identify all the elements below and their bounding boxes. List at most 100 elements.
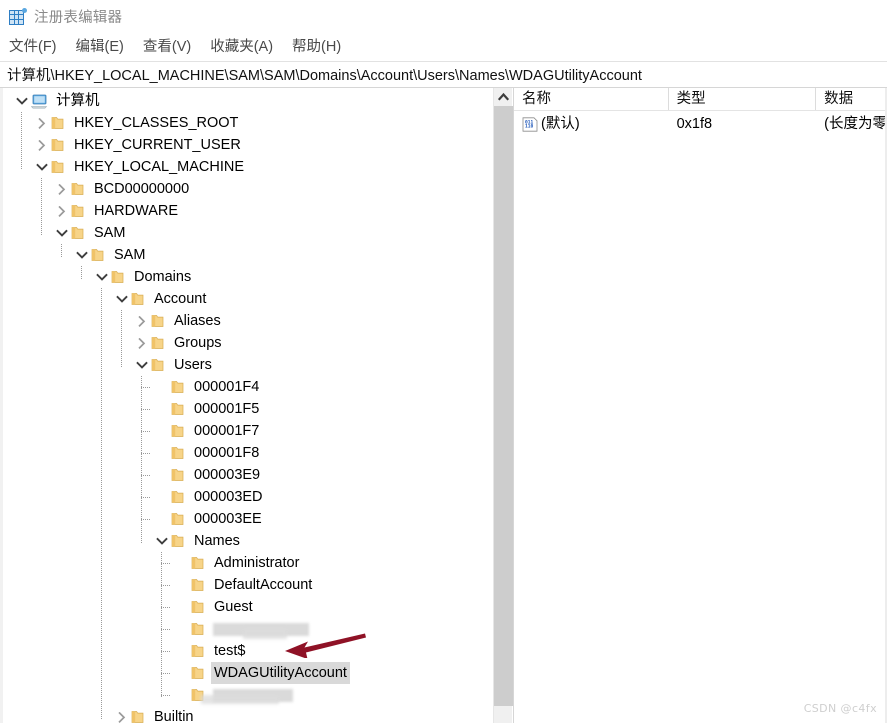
tree-node-label: HKEY_LOCAL_MACHINE: [74, 159, 245, 175]
menu-item-file[interactable]: 文件(F): [9, 33, 66, 58]
column-header-type[interactable]: 类型: [669, 88, 817, 110]
tree-node-domains[interactable]: Domains: [3, 266, 493, 288]
watermark: CSDN @c4fx: [803, 702, 877, 715]
tree-node-names[interactable]: Names: [3, 530, 493, 552]
folder-icon: [91, 248, 104, 262]
tree-node-label: BCD00000000: [94, 181, 190, 197]
tree-connector-line: [121, 310, 123, 367]
registry-tree-pane[interactable]: 计算机 HKEY_CLASSES_ROOT HKEY_CURRENT_USER HKE…: [0, 88, 493, 723]
tree-node-wdagutilityaccount[interactable]: WDAGUtilityAccount: [3, 662, 493, 684]
tree-collapse-toggle[interactable]: [93, 266, 111, 288]
address-bar[interactable]: 计算机\HKEY_LOCAL_MACHINE\SAM\SAM\Domains\A…: [0, 61, 887, 88]
tree-node-label: SAM: [114, 247, 146, 263]
tree-node-[interactable]: 计算机: [3, 90, 493, 112]
tree-node-redacted[interactable]: [3, 618, 493, 640]
value-list-row[interactable]: 011 110 (默认) 0x1f8 (长度为零: [514, 113, 887, 135]
folder-icon: [151, 314, 164, 328]
tree-connector-line: [161, 651, 170, 653]
tree-collapse-toggle[interactable]: [33, 156, 51, 178]
tree-connector-line: [141, 475, 150, 477]
tree-expand-toggle[interactable]: [33, 134, 51, 156]
tree-collapse-toggle[interactable]: [53, 222, 71, 244]
tree-expand-toggle[interactable]: [113, 706, 131, 723]
main-content: 计算机 HKEY_CLASSES_ROOT HKEY_CURRENT_USER HKE…: [0, 88, 887, 723]
tree-node-account[interactable]: Account: [3, 288, 493, 310]
column-header-name[interactable]: 名称: [514, 88, 669, 110]
folder-icon: [171, 424, 184, 438]
tree-node-aliases[interactable]: Aliases: [3, 310, 493, 332]
tree-node-label: HKEY_CLASSES_ROOT: [74, 115, 239, 131]
string-value-icon: 011110: [522, 116, 538, 132]
tree-node-000003ed[interactable]: 000003ED: [3, 486, 493, 508]
tree-node-000001f8[interactable]: 000001F8: [3, 442, 493, 464]
tree-node-000001f5[interactable]: 000001F5: [3, 398, 493, 420]
scroll-up-button[interactable]: [494, 88, 512, 106]
tree-expand-toggle[interactable]: [133, 332, 151, 354]
scroll-thumb[interactable]: [494, 106, 513, 706]
menu-item-favorites[interactable]: 收藏夹(A): [210, 33, 282, 58]
tree-vertical-scrollbar[interactable]: [493, 88, 513, 723]
value-list-pane[interactable]: 名称 类型 数据 011 110 (默认) 0x1f8 (长度为零: [513, 88, 887, 723]
tree-node-000003ee[interactable]: 000003EE: [3, 508, 493, 530]
folder-icon: [171, 468, 184, 482]
registry-tree: 计算机 HKEY_CLASSES_ROOT HKEY_CURRENT_USER HKE…: [3, 88, 493, 723]
tree-connector-line: [81, 266, 83, 279]
chevron-right-icon: [58, 206, 66, 217]
tree-node-builtin[interactable]: Builtin: [3, 706, 493, 723]
string-value-icon: 011110: [522, 116, 538, 132]
menu-item-help[interactable]: 帮助(H): [292, 33, 350, 58]
chevron-up-icon: [497, 92, 510, 101]
tree-node-groups[interactable]: Groups: [3, 332, 493, 354]
tree-node-sam[interactable]: SAM: [3, 244, 493, 266]
tree-twisty-spacer: [153, 508, 171, 530]
folder-icon: [191, 578, 204, 592]
menu-item-edit[interactable]: 编辑(E): [76, 33, 133, 58]
svg-text:110: 110: [525, 123, 534, 129]
tree-expand-toggle[interactable]: [33, 112, 51, 134]
menu-item-view[interactable]: 查看(V): [143, 33, 200, 58]
tree-connector-line: [161, 607, 170, 609]
chevron-down-icon: [156, 537, 168, 545]
chevron-right-icon: [38, 140, 46, 151]
tree-collapse-toggle[interactable]: [73, 244, 91, 266]
redacted-label-fragment: [243, 628, 287, 639]
tree-node-label: 000001F8: [194, 445, 260, 461]
tree-node-000003e9[interactable]: 000003E9: [3, 464, 493, 486]
tree-expand-toggle[interactable]: [53, 178, 71, 200]
tree-collapse-toggle[interactable]: [113, 288, 131, 310]
tree-node-defaultaccount[interactable]: DefaultAccount: [3, 574, 493, 596]
tree-node-label: 计算机: [56, 93, 100, 109]
tree-connector-line: [61, 244, 63, 257]
tree-node-administrator[interactable]: Administrator: [3, 552, 493, 574]
tree-connector-line: [161, 585, 170, 587]
tree-node-bcd00000000[interactable]: BCD00000000: [3, 178, 493, 200]
tree-node-hardware[interactable]: HARDWARE: [3, 200, 493, 222]
folder-icon: [51, 116, 64, 130]
tree-collapse-toggle[interactable]: [153, 530, 171, 552]
tree-node-hkey-local-machine[interactable]: HKEY_LOCAL_MACHINE: [3, 156, 493, 178]
tree-node-000001f4[interactable]: 000001F4: [3, 376, 493, 398]
tree-node-guest[interactable]: Guest: [3, 596, 493, 618]
tree-node-hkey-current-user[interactable]: HKEY_CURRENT_USER: [3, 134, 493, 156]
folder-icon: [191, 622, 204, 636]
column-header-data[interactable]: 数据: [816, 88, 887, 110]
tree-collapse-toggle[interactable]: [13, 90, 31, 112]
tree-node-000001f7[interactable]: 000001F7: [3, 420, 493, 442]
tree-node-label: WDAGUtilityAccount: [211, 662, 350, 684]
tree-expand-toggle[interactable]: [133, 310, 151, 332]
tree-node-users[interactable]: Users: [3, 354, 493, 376]
tree-twisty-spacer: [173, 574, 191, 596]
value-data-cell: (长度为零: [824, 116, 887, 132]
tree-node-sam[interactable]: SAM: [3, 222, 493, 244]
tree-node-test[interactable]: test$: [3, 640, 493, 662]
tree-node-hkey-classes-root[interactable]: HKEY_CLASSES_ROOT: [3, 112, 493, 134]
chevron-right-icon: [138, 338, 146, 349]
folder-icon: [191, 600, 204, 614]
tree-expand-toggle[interactable]: [53, 200, 71, 222]
tree-node-label: 000001F7: [194, 423, 260, 439]
tree-connector-line: [101, 288, 103, 719]
tree-node-label: DefaultAccount: [214, 577, 313, 593]
tree-collapse-toggle[interactable]: [133, 354, 151, 376]
tree-node-redacted[interactable]: [3, 684, 493, 706]
title-bar: 注册表编辑器: [0, 0, 887, 32]
